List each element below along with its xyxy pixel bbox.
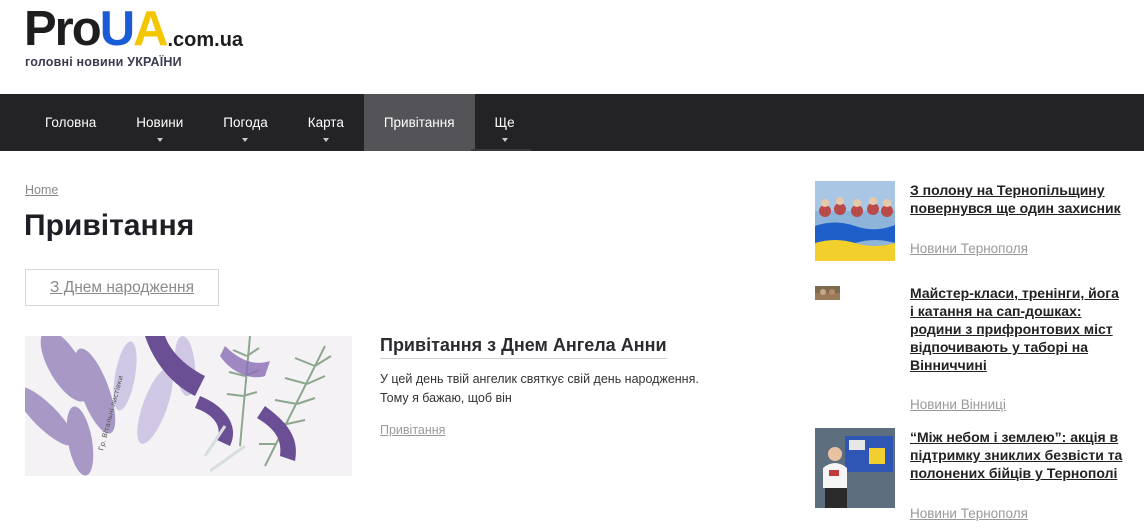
nav-item-news[interactable]: Новини [116, 94, 203, 151]
nav-item-greetings[interactable]: Привітання [363, 94, 475, 151]
lavender-ribbon-image: Гр. Вітальні листівки [25, 336, 352, 476]
page-title: Привітання [24, 209, 195, 242]
chevron-down-icon [322, 138, 329, 142]
site-header: Pro UA .com.ua головні новини УКРАЇНИ [0, 0, 1144, 94]
chevron-down-icon [242, 138, 249, 142]
main-nav: Головна Новини Погода Карта Привітання Щ… [0, 94, 1144, 151]
site-logo[interactable]: Pro UA .com.ua [24, 2, 244, 56]
nav-item-home[interactable]: Головна [25, 94, 116, 151]
sidebar-news-category-3[interactable]: Новини Тернополя [910, 506, 1028, 521]
rally-image [815, 428, 895, 508]
chevron-down-icon [501, 138, 508, 142]
nav-item-more[interactable]: Ще [475, 94, 535, 151]
logo-ua: UA [99, 2, 169, 56]
tag-filter-birthday[interactable]: З Днем народження [25, 269, 219, 306]
logo-domain: .com.ua [167, 29, 244, 51]
nav-divider [471, 149, 531, 151]
sidebar-news-category-1[interactable]: Новини Тернополя [910, 241, 1028, 256]
sidebar-thumb-2[interactable] [815, 286, 840, 300]
breadcrumb-home[interactable]: Home [25, 183, 58, 197]
article-excerpt: У цей день твій ангелик святкує свій ден… [380, 372, 699, 405]
sidebar-thumb-3[interactable] [815, 428, 895, 508]
article-title[interactable]: Привітання з Днем Ангела Анни [380, 335, 667, 359]
sidebar-news-title-1[interactable]: З полону на Тернопільщину повернувся ще … [910, 181, 1125, 217]
sidebar-news-category-2[interactable]: Новини Вінниці [910, 397, 1006, 412]
logo-pro: Pro [24, 2, 102, 56]
sidebar-news-title-3[interactable]: “Між небом і землею”: акція в підтримку … [910, 428, 1125, 482]
nav-item-map[interactable]: Карта [288, 94, 364, 151]
nav-item-weather[interactable]: Погода [203, 94, 287, 151]
chevron-down-icon [156, 138, 163, 142]
sidebar-thumb-1[interactable] [815, 181, 895, 261]
article-category-link[interactable]: Привітання [380, 423, 445, 437]
logo-tagline: головні новини УКРАЇНИ [25, 55, 182, 69]
flag-crowd-image [815, 181, 895, 261]
article-image[interactable]: Гр. Вітальні листівки [25, 336, 352, 476]
sidebar-news-title-2[interactable]: Майстер-класи, тренінги, йога і катання … [910, 284, 1125, 374]
camp-image [815, 286, 840, 300]
